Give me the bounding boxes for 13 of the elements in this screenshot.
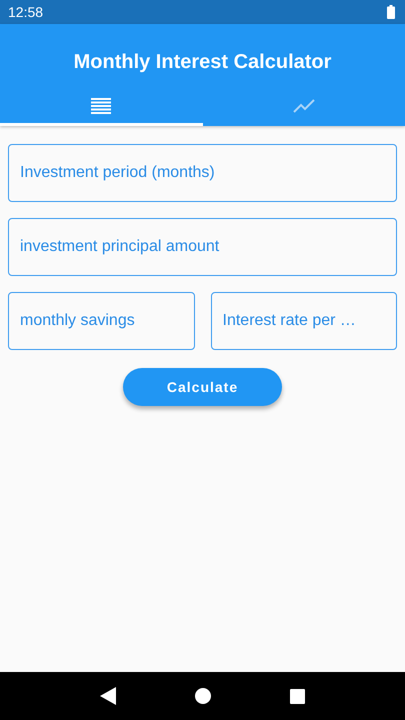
app-title: Monthly Interest Calculator	[72, 50, 332, 75]
input-field[interactable]: investment principal amount	[8, 218, 397, 276]
input-field[interactable]: Interest rate per …	[210, 292, 397, 350]
calculate-button[interactable]: Calculate	[123, 368, 282, 406]
input-field[interactable]: Investment period (months)	[8, 144, 397, 202]
home-icon[interactable]	[194, 688, 211, 704]
trending-up-icon	[292, 98, 315, 112]
list-icon	[91, 98, 112, 114]
battery-icon	[387, 5, 395, 19]
status-time: 12:58	[8, 4, 44, 20]
input-field[interactable]: monthly savings	[8, 292, 194, 350]
recents-icon[interactable]	[290, 688, 306, 704]
back-icon[interactable]	[100, 687, 116, 705]
